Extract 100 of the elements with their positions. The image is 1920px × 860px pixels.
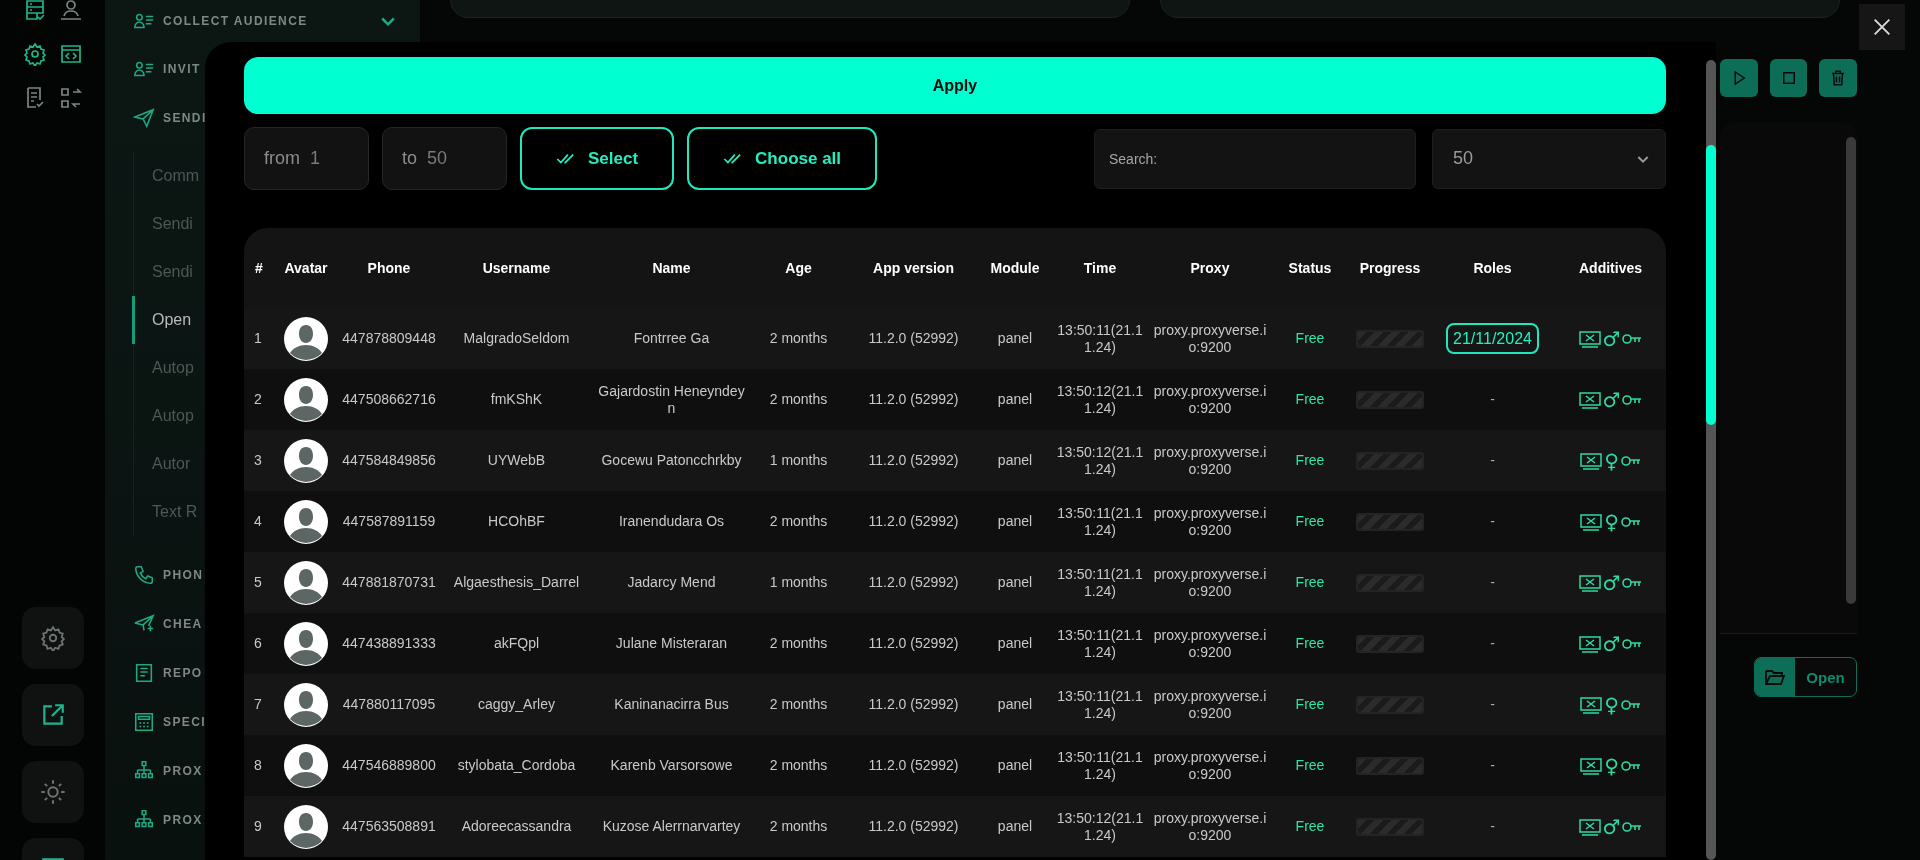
roles-cell: - xyxy=(1490,513,1495,530)
section-label[interactable]: PROX xyxy=(163,812,203,827)
gear-icon xyxy=(39,625,66,651)
screen-cross-icon xyxy=(1580,451,1603,470)
page-size-select[interactable]: 50 xyxy=(1432,128,1666,189)
username-cell-text: fmKShK xyxy=(489,391,544,408)
range-field[interactable]: from 1 xyxy=(244,127,369,190)
row-number: 3 xyxy=(253,452,263,469)
theme-toggle-button[interactable] xyxy=(21,761,84,823)
module-cell-text: panel xyxy=(996,757,1034,774)
proxy-cell-text: proxy.proxyverse.io:9200 xyxy=(1152,626,1268,661)
row-number: 1 xyxy=(253,330,263,347)
proxy-cell-text: proxy.proxyverse.io:9200 xyxy=(1152,687,1268,722)
roles-cell: - xyxy=(1490,574,1495,591)
time-cell-text: 13:50:11(21.11.24) xyxy=(1056,748,1144,783)
age-cell-text: 2 months xyxy=(768,391,829,408)
section-label[interactable]: PROX xyxy=(163,763,203,778)
status-cell-text: Free xyxy=(1294,574,1326,591)
app-version-cell-text: 11.2.0 (52992) xyxy=(867,574,960,591)
roles-cell: - xyxy=(1490,696,1495,713)
row-number: 4 xyxy=(253,513,263,530)
code-window-icon[interactable] xyxy=(58,42,83,66)
close-button[interactable] xyxy=(1859,4,1905,50)
phone-cell-text: 447508662716 xyxy=(341,391,437,408)
column-header: Name xyxy=(651,260,692,276)
section-label[interactable]: REPO xyxy=(163,665,203,680)
status-cell-text: Free xyxy=(1294,696,1326,713)
section-label[interactable]: SPECI xyxy=(163,714,206,729)
role-date-badge: 21/11/2024 xyxy=(1446,323,1539,354)
document-icon xyxy=(133,661,155,684)
avatar-silhouette xyxy=(284,438,328,483)
gender-symbol: ♂ xyxy=(1602,572,1621,593)
row-number: 5 xyxy=(253,574,263,591)
select-button[interactable]: Select xyxy=(520,127,675,190)
gear-icon[interactable] xyxy=(22,42,47,66)
phone-icon xyxy=(133,563,155,586)
key-icon xyxy=(1620,699,1641,710)
module-cell-text: panel xyxy=(996,635,1034,652)
apply-button[interactable]: Apply xyxy=(244,57,1666,114)
phone-cell-text: 447878809448 xyxy=(341,330,437,347)
section-label[interactable]: CHEA xyxy=(163,616,203,631)
key-icon xyxy=(1622,638,1643,649)
time-cell-text: 13:50:11(21.11.24) xyxy=(1056,565,1144,600)
section-label[interactable]: COLLECT AUDIENCE xyxy=(163,13,308,28)
scrollbar[interactable] xyxy=(1846,137,1856,604)
roles-cell: - xyxy=(1490,818,1495,835)
age-cell-text: 1 months xyxy=(768,574,829,591)
screen-cross-icon xyxy=(1580,512,1603,531)
external-link-button[interactable] xyxy=(21,684,84,746)
time-cell-text: 13:50:12(21.11.24) xyxy=(1055,443,1145,478)
screen-cross-icon xyxy=(1578,573,1601,592)
status-cell-text: Free xyxy=(1294,635,1326,652)
proxy-cell-text: proxy.proxyverse.io:9200 xyxy=(1152,443,1268,478)
section-label[interactable]: INVIT xyxy=(163,61,201,76)
key-icon xyxy=(1620,516,1641,527)
column-header: # xyxy=(254,260,264,276)
phone-cell-text: 447546889800 xyxy=(341,757,437,774)
range-field[interactable]: to 50 xyxy=(382,127,507,190)
status-cell-text: Free xyxy=(1294,452,1326,469)
section-label[interactable]: PHON xyxy=(163,567,204,582)
gender-symbol: ♂ xyxy=(1602,328,1621,349)
scrollbar[interactable] xyxy=(1706,60,1716,860)
key-icon xyxy=(1622,821,1643,832)
user-icon[interactable] xyxy=(58,0,83,22)
name-cell-text: Kaninanacirra Bus xyxy=(613,696,730,713)
column-header: Additives xyxy=(1578,260,1643,276)
username-cell-text: UYWebB xyxy=(486,452,547,469)
status-cell-text: Free xyxy=(1294,513,1326,530)
column-header: Avatar xyxy=(283,260,329,276)
app-version-cell-text: 11.2.0 (52992) xyxy=(867,757,960,774)
sun-moon-icon xyxy=(38,778,67,806)
status-cell-text: Free xyxy=(1294,757,1326,774)
time-cell-text: 13:50:11(21.11.24) xyxy=(1056,504,1144,539)
select-button[interactable]: Choose all xyxy=(687,127,878,190)
app-version-cell-text: 11.2.0 (52992) xyxy=(867,330,960,347)
username-cell-text: caggy_Arley xyxy=(476,696,556,713)
proxy-cell-text: proxy.proxyverse.io:9200 xyxy=(1152,809,1268,844)
module-cell-text: panel xyxy=(996,574,1034,591)
stop-button[interactable] xyxy=(1769,59,1808,97)
name-cell-text: Jadarcy Mend xyxy=(626,574,717,591)
gender-symbol: ♂ xyxy=(1602,389,1621,410)
app-version-cell-text: 11.2.0 (52992) xyxy=(867,513,960,530)
screen-cross-icon xyxy=(1580,695,1603,714)
column-header: Status xyxy=(1287,260,1333,276)
time-cell-text: 13:50:12(21.11.24) xyxy=(1055,809,1145,844)
open-button[interactable]: Open xyxy=(1754,657,1857,697)
search-field[interactable]: Search: xyxy=(1094,128,1416,189)
app-version-cell-text: 11.2.0 (52992) xyxy=(867,696,960,713)
name-cell-text: Iranendudara Os xyxy=(617,513,726,530)
key-icon xyxy=(1620,455,1641,466)
delete-button[interactable] xyxy=(1819,59,1857,97)
play-button[interactable] xyxy=(1720,59,1758,97)
swap-icon[interactable] xyxy=(58,86,83,110)
age-cell-text: 2 months xyxy=(768,696,829,713)
column-header: Username xyxy=(481,260,552,276)
section-label[interactable]: SENDI xyxy=(163,110,207,125)
name-cell-text: Julane Misteraran xyxy=(614,635,729,652)
roles-cell: - xyxy=(1490,391,1495,408)
column-header: Roles xyxy=(1472,260,1513,276)
settings-button[interactable] xyxy=(21,607,84,669)
